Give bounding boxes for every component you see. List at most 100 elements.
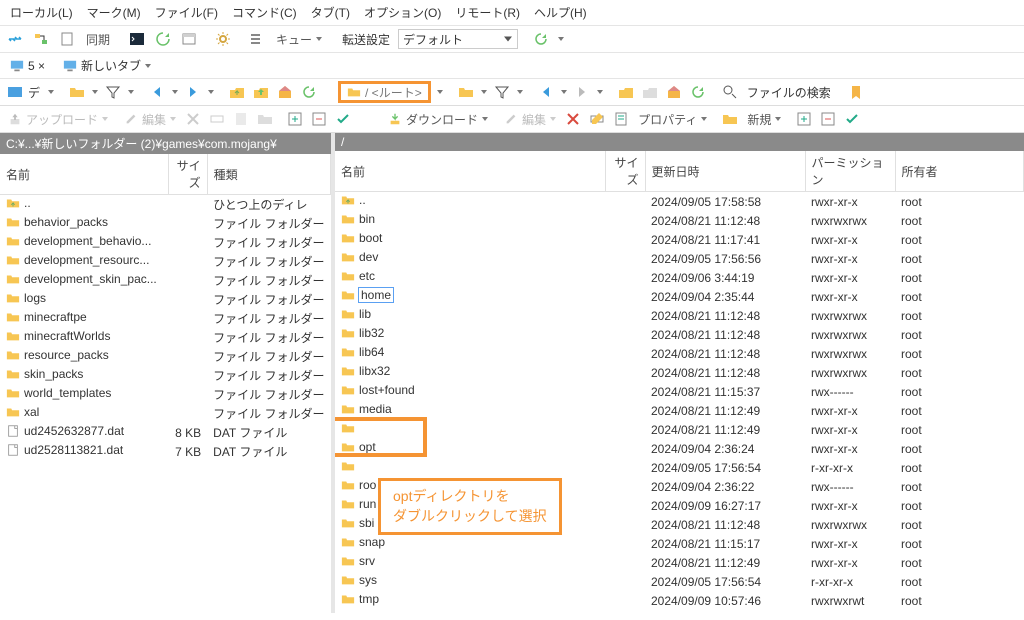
menu-item[interactable]: マーク(M) <box>87 4 141 21</box>
page-icon[interactable] <box>56 28 78 50</box>
local-up-level-icon[interactable] <box>250 81 272 103</box>
search-icon[interactable] <box>719 81 741 103</box>
new-tab-button[interactable]: 新しいタブ <box>57 55 157 76</box>
table-row[interactable]: libx322024/08/21 11:12:48rwxrwxrwxroot <box>335 363 1024 382</box>
local-newfolder-icon[interactable] <box>254 108 276 130</box>
local-drive-dropdown[interactable] <box>46 90 56 94</box>
local-plus-icon[interactable] <box>284 108 306 130</box>
table-row[interactable]: 2024/09/05 17:56:54r-xr-xr-xroot <box>335 458 1024 477</box>
local-up-folder-icon[interactable] <box>226 81 248 103</box>
table-row[interactable]: resource_packsファイル フォルダー <box>0 347 331 366</box>
remote-filter-dropdown[interactable] <box>515 90 525 94</box>
local-path-bar[interactable]: C:¥...¥新しいフォルダー (2)¥games¥com.mojang¥ <box>0 133 331 154</box>
table-row[interactable]: development_behavio...ファイル フォルダー <box>0 233 331 252</box>
table-row[interactable]: lost+found2024/08/21 11:15:37rwx------ro… <box>335 382 1024 401</box>
sync-button[interactable]: 同期 <box>82 29 114 50</box>
local-rename-icon[interactable] <box>206 108 228 130</box>
table-row[interactable]: boot2024/08/21 11:17:41rwxr-xr-xroot <box>335 230 1024 249</box>
table-row[interactable]: minecraftWorldsファイル フォルダー <box>0 328 331 347</box>
remote-open-folder-dropdown[interactable] <box>479 90 489 94</box>
new-button[interactable]: 新規 <box>743 109 785 130</box>
local-drive-icon[interactable] <box>4 81 26 103</box>
table-row[interactable]: etc2024/09/06 3:44:19rwxr-xr-xroot <box>335 268 1024 287</box>
menu-item[interactable]: ヘルプ(H) <box>534 4 587 21</box>
column-header[interactable]: パーミッション <box>805 151 895 192</box>
table-row[interactable]: development_skin_pac...ファイル フォルダー <box>0 271 331 290</box>
local-minus-icon[interactable] <box>308 108 330 130</box>
column-header[interactable]: サイズ <box>605 151 645 192</box>
column-header[interactable]: 更新日時 <box>645 151 805 192</box>
toolbar-more-dropdown[interactable] <box>556 37 566 41</box>
table-row[interactable]: xalファイル フォルダー <box>0 404 331 423</box>
remote-path-bar[interactable]: / <box>335 133 1024 151</box>
console-icon[interactable] <box>126 28 148 50</box>
local-filter-dropdown[interactable] <box>126 90 136 94</box>
menu-item[interactable]: ファイル(F) <box>155 4 218 21</box>
table-row[interactable]: 2024/08/21 11:12:49rwxr-xr-xroot <box>335 420 1024 439</box>
transfer-select[interactable]: デフォルト <box>398 29 518 49</box>
remote-minus-icon[interactable] <box>817 108 839 130</box>
gear-icon[interactable] <box>212 28 234 50</box>
remote-fwd-dropdown[interactable] <box>595 90 605 94</box>
table-row[interactable]: behavior_packsファイル フォルダー <box>0 214 331 233</box>
table-row[interactable]: ud2452632877.dat8 KBDAT ファイル <box>0 423 331 442</box>
table-row[interactable]: lib322024/08/21 11:12:48rwxrwxrwxroot <box>335 325 1024 344</box>
local-back-icon[interactable] <box>146 81 168 103</box>
local-open-folder-icon[interactable] <box>66 81 88 103</box>
local-listing[interactable]: 名前サイズ種類 ..ひとつ上のディレbehavior_packsファイル フォル… <box>0 154 331 613</box>
remote-up-level-icon[interactable] <box>639 81 661 103</box>
table-row[interactable]: world_templatesファイル フォルダー <box>0 385 331 404</box>
remote-home-icon[interactable] <box>663 81 685 103</box>
remote-prop-icon-1[interactable] <box>610 108 632 130</box>
local-prop-icon[interactable] <box>230 108 252 130</box>
remote-rename-icon[interactable] <box>586 108 608 130</box>
table-row[interactable]: ud2528113821.dat7 KBDAT ファイル <box>0 442 331 461</box>
table-row[interactable]: minecraftpeファイル フォルダー <box>0 309 331 328</box>
local-fwd-dropdown[interactable] <box>206 90 216 94</box>
remote-plus-icon[interactable] <box>793 108 815 130</box>
table-row[interactable]: media2024/08/21 11:12:49rwxr-xr-xroot <box>335 401 1024 420</box>
table-row[interactable]: snap2024/08/21 11:15:17rwxr-xr-xroot <box>335 534 1024 553</box>
remote-refresh-icon[interactable] <box>687 81 709 103</box>
local-delete-icon[interactable] <box>182 108 204 130</box>
session-tab[interactable]: 5 × <box>4 57 51 75</box>
menu-item[interactable]: コマンド(C) <box>232 4 297 21</box>
local-filter-icon[interactable] <box>102 81 124 103</box>
local-home-icon[interactable] <box>274 81 296 103</box>
column-header[interactable]: 種類 <box>207 154 330 195</box>
download-button[interactable]: ダウンロード <box>384 109 492 130</box>
table-row[interactable]: ..ひとつ上のディレ <box>0 195 331 215</box>
remote-listing[interactable]: 名前サイズ更新日時パーミッション所有者 ..2024/09/05 17:58:5… <box>335 151 1024 613</box>
local-check-icon[interactable] <box>332 108 354 130</box>
property-button[interactable]: プロパティ <box>634 109 711 130</box>
table-row[interactable]: ..2024/09/05 17:58:58rwxr-xr-xroot <box>335 192 1024 212</box>
browse-icon[interactable] <box>178 28 200 50</box>
menu-item[interactable]: タブ(T) <box>311 4 350 21</box>
remote-newfolder-icon[interactable] <box>719 108 741 130</box>
bookmark-icon[interactable] <box>845 81 867 103</box>
local-fwd-icon[interactable] <box>182 81 204 103</box>
remote-open-folder-icon[interactable] <box>455 81 477 103</box>
refresh-transfer-icon[interactable] <box>530 28 552 50</box>
table-row[interactable]: development_resourc...ファイル フォルダー <box>0 252 331 271</box>
table-row[interactable]: dev2024/09/05 17:56:56rwxr-xr-xroot <box>335 249 1024 268</box>
column-header[interactable]: 名前 <box>335 151 605 192</box>
remote-up-folder-icon[interactable] <box>615 81 637 103</box>
table-row[interactable]: tmp2024/09/09 10:57:46rwxrwxrwtroot <box>335 591 1024 610</box>
queue-icon[interactable] <box>246 28 268 50</box>
column-header[interactable]: サイズ <box>168 154 207 195</box>
local-back-dropdown[interactable] <box>170 90 180 94</box>
remote-check-icon[interactable] <box>841 108 863 130</box>
table-row[interactable]: lib2024/08/21 11:12:48rwxrwxrwxroot <box>335 306 1024 325</box>
upload-button[interactable]: アップロード <box>4 109 112 130</box>
menu-item[interactable]: リモート(R) <box>455 4 520 21</box>
sync-remote-icon[interactable] <box>152 28 174 50</box>
local-refresh-icon[interactable] <box>298 81 320 103</box>
sync-files-icon[interactable] <box>30 28 52 50</box>
table-row[interactable]: home2024/09/04 2:35:44rwxr-xr-xroot <box>335 287 1024 306</box>
menu-item[interactable]: オプション(O) <box>364 4 441 21</box>
table-row[interactable]: logsファイル フォルダー <box>0 290 331 309</box>
remote-path-dropdown[interactable] <box>435 90 445 94</box>
table-row[interactable]: opt2024/09/04 2:36:24rwxr-xr-xroot <box>335 439 1024 458</box>
table-row[interactable]: bin2024/08/21 11:12:48rwxrwxrwxroot <box>335 211 1024 230</box>
